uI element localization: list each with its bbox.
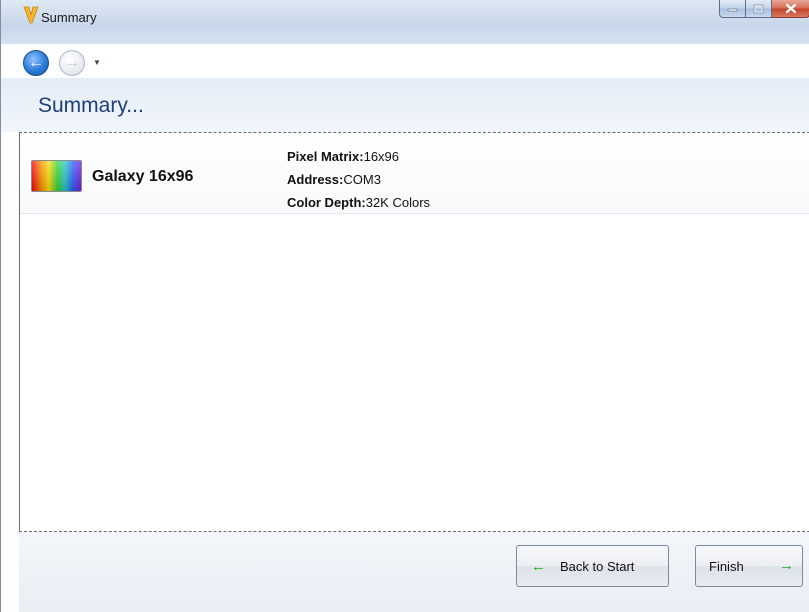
spec-label: Address: <box>287 172 344 187</box>
device-specs: Pixel Matrix:16x96 Address:COM3 Color De… <box>287 145 430 214</box>
back-arrow-icon: ← <box>28 54 44 71</box>
maximize-button[interactable] <box>746 0 772 18</box>
spec-label: Color Depth: <box>287 195 366 210</box>
wizard-window: Summary ← → ▼ Summary... Galaxy 16x96 Pi… <box>0 0 809 612</box>
spec-value: 32K Colors <box>365 195 431 210</box>
spec-value: COM3 <box>343 172 381 187</box>
footer-bar <box>19 532 809 612</box>
finish-label: Finish <box>709 558 744 574</box>
page-heading: Summary... <box>38 94 144 117</box>
chevron-down-icon: ▼ <box>93 58 101 67</box>
summary-panel: Galaxy 16x96 Pixel Matrix:16x96 Address:… <box>19 132 809 532</box>
spec-address: Address:COM3 <box>287 168 430 191</box>
green-left-arrow-icon: ← <box>531 557 546 575</box>
forward-arrow-icon: → <box>64 54 80 71</box>
window-title: Summary <box>41 10 97 25</box>
maximize-icon <box>753 4 764 13</box>
spec-label: Pixel Matrix: <box>287 149 364 164</box>
spec-pixel-matrix: Pixel Matrix:16x96 <box>287 145 430 168</box>
back-to-start-button[interactable]: ← Back to Start <box>516 545 669 587</box>
minimize-button[interactable] <box>719 0 746 18</box>
back-nav-button[interactable]: ← <box>23 50 49 76</box>
device-row: Galaxy 16x96 Pixel Matrix:16x96 Address:… <box>20 133 809 214</box>
title-bar[interactable]: Summary <box>1 0 809 44</box>
spec-value: 16x96 <box>363 149 400 164</box>
device-name: Galaxy 16x96 <box>92 168 194 185</box>
close-button[interactable] <box>772 0 809 18</box>
app-v-logo-icon <box>23 6 39 24</box>
spec-color-depth: Color Depth:32K Colors <box>287 191 430 214</box>
green-right-arrow-icon: → <box>779 557 794 574</box>
forward-nav-button[interactable]: → <box>59 50 85 76</box>
rainbow-led-panel-icon <box>31 160 82 192</box>
caption-buttons <box>719 0 809 22</box>
back-to-start-label: Back to Start <box>560 558 635 574</box>
history-dropdown[interactable]: ▼ <box>93 58 101 67</box>
close-icon <box>785 3 796 14</box>
finish-button[interactable]: Finish → <box>695 545 803 587</box>
minimize-icon <box>727 8 738 11</box>
